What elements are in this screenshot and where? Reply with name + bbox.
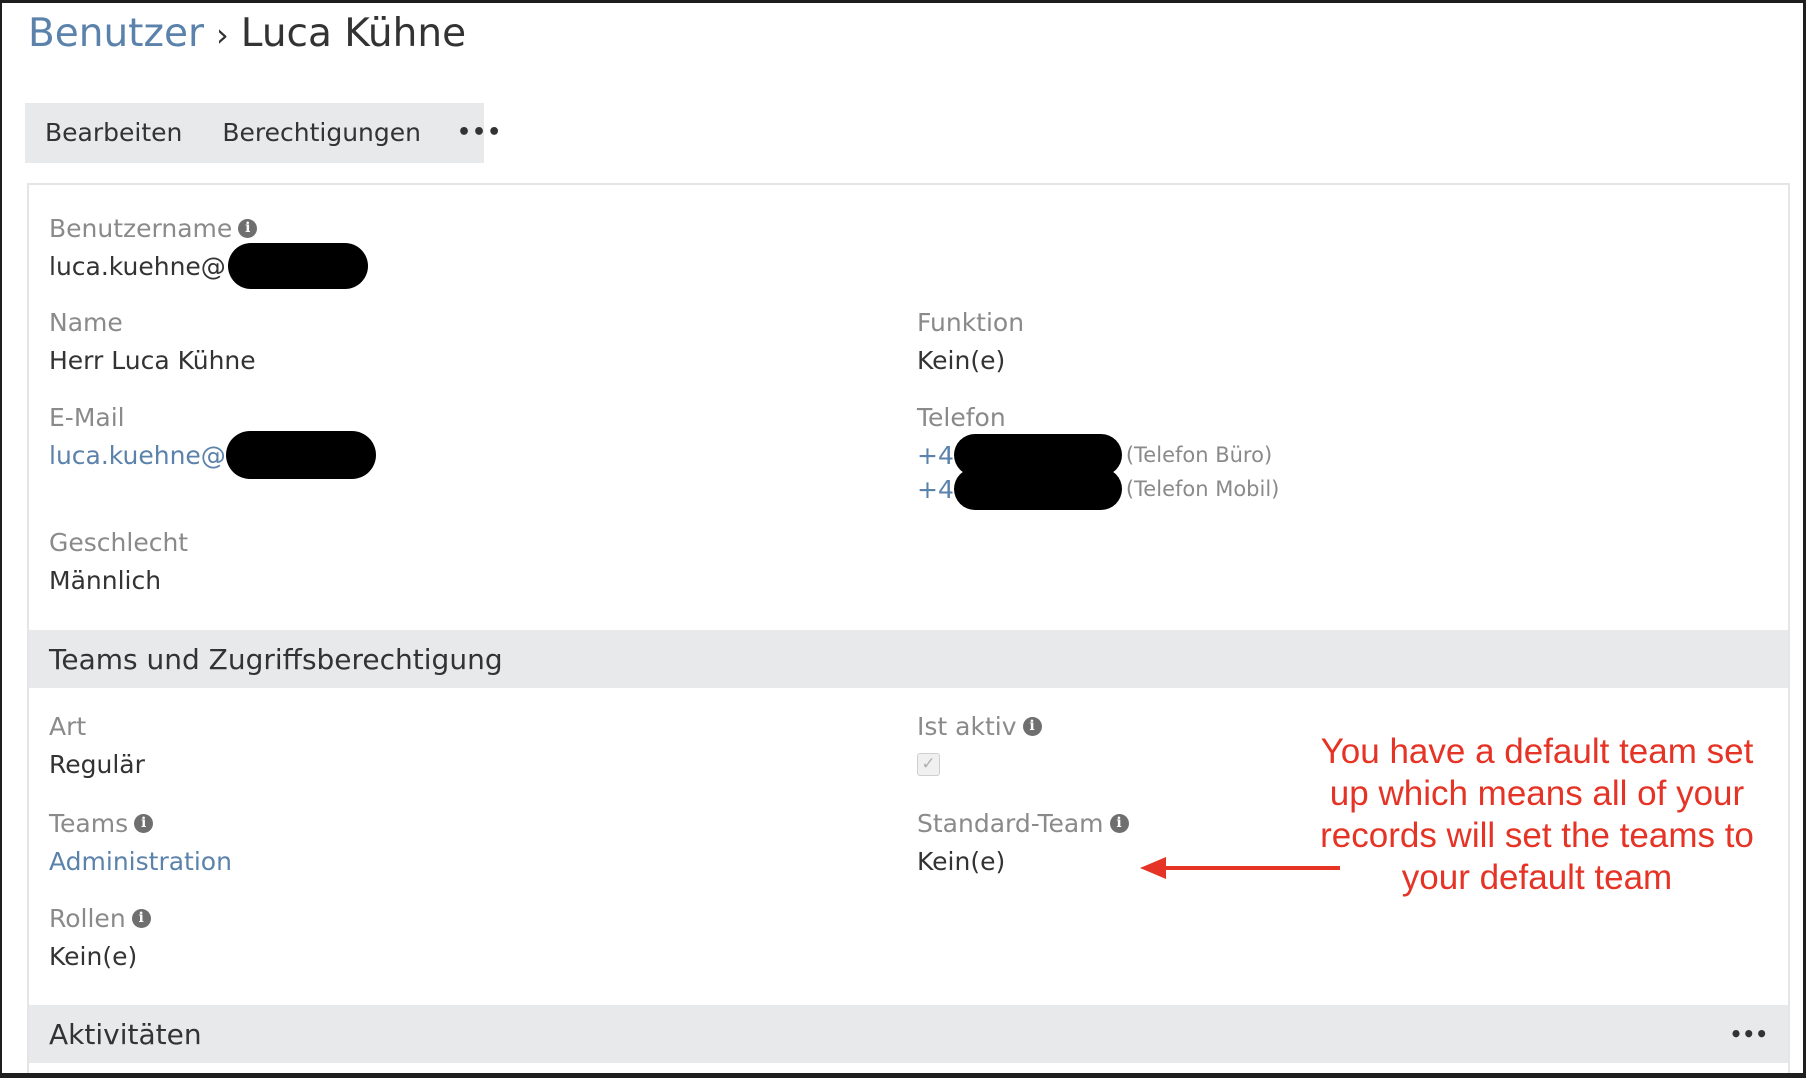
redaction-mark — [225, 431, 376, 479]
redaction-mark — [227, 243, 368, 289]
default-team-value: Kein(e) — [917, 846, 1006, 876]
permissions-button[interactable]: Berechtigungen — [202, 103, 441, 163]
field-default-team: Standard-Team i Kein(e) — [917, 806, 1129, 878]
roles-value: Kein(e) — [49, 941, 138, 971]
phone-mobile-link[interactable]: +4 — [917, 475, 954, 504]
function-value: Kein(e) — [917, 345, 1006, 375]
section-header-activities: Aktivitäten ••• — [29, 1005, 1788, 1063]
section-title-teams: Teams und Zugriffsberechtigung — [49, 642, 503, 676]
field-gender: Geschlecht Männlich — [49, 525, 188, 597]
field-username: Benutzername i luca.kuehne@ — [49, 211, 368, 289]
phone-label: Telefon — [917, 402, 1006, 432]
phone-office-type: (Telefon Büro) — [1125, 443, 1273, 467]
breadcrumb-users-link[interactable]: Benutzer — [28, 11, 204, 56]
is-active-label: Ist aktiv — [917, 711, 1017, 741]
username-label: Benutzername — [49, 213, 233, 243]
field-name: Name Herr Luca Kühne — [49, 305, 256, 377]
breadcrumb-separator: › — [215, 16, 229, 54]
field-type: Art Regulär — [49, 709, 145, 781]
checkbox-checked-icon: ✓ — [917, 752, 940, 776]
email-link[interactable]: luca.kuehne@ — [49, 441, 226, 470]
info-icon[interactable]: i — [238, 218, 258, 238]
breadcrumb: Benutzer › Luca Kühne — [28, 11, 467, 56]
name-value: Herr Luca Kühne — [49, 345, 256, 375]
type-value: Regulär — [49, 749, 145, 779]
redaction-mark — [953, 468, 1122, 510]
edit-button[interactable]: Bearbeiten — [25, 103, 202, 163]
action-toolbar: Bearbeiten Berechtigungen ••• — [25, 103, 501, 163]
user-detail-page: Benutzer › Luca Kühne Bearbeiten Berechtig… — [2, 3, 1803, 1073]
type-label: Art — [49, 711, 87, 741]
function-label: Funktion — [917, 307, 1025, 337]
name-label: Name — [49, 307, 123, 337]
username-value: luca.kuehne@ — [49, 251, 226, 281]
team-administration-link[interactable]: Administration — [49, 847, 232, 876]
email-label: E-Mail — [49, 402, 125, 432]
gender-label: Geschlecht — [49, 527, 189, 557]
info-icon[interactable]: i — [1022, 716, 1042, 736]
activities-more-icon[interactable]: ••• — [1730, 1022, 1768, 1046]
arrow-left-icon — [1140, 857, 1340, 879]
phone-row: +4 (Telefon Büro) — [917, 434, 1279, 476]
teams-label: Teams — [49, 808, 129, 838]
field-phone: Telefon +4 (Telefon Büro) +4 (Telefon Mo… — [917, 400, 1280, 510]
field-roles: Rollen i Kein(e) — [49, 901, 151, 973]
annotation-text: You have a default team set up which mea… — [1320, 732, 1754, 897]
field-teams: Teams i Administration — [49, 806, 232, 878]
phone-office-link[interactable]: +4 — [917, 441, 954, 470]
gender-value: Männlich — [49, 565, 162, 595]
field-function: Funktion Kein(e) — [917, 305, 1024, 377]
user-detail-panel: Benutzername i luca.kuehne@ Name Herr Lu… — [27, 183, 1790, 1073]
section-title-activities: Aktivitäten — [49, 1017, 202, 1051]
info-icon[interactable]: i — [131, 908, 151, 928]
more-actions-icon[interactable]: ••• — [441, 103, 518, 163]
roles-label: Rollen — [49, 903, 126, 933]
default-team-label: Standard-Team — [917, 808, 1104, 838]
phone-row: +4 (Telefon Mobil) — [917, 468, 1280, 510]
page-title: Luca Kühne — [240, 11, 467, 56]
field-email: E-Mail luca.kuehne@ — [49, 400, 376, 479]
info-icon[interactable]: i — [134, 813, 154, 833]
section-header-teams: Teams und Zugriffsberechtigung — [29, 630, 1788, 688]
field-is-active: Ist aktiv i ✓ — [917, 709, 1042, 781]
info-icon[interactable]: i — [1109, 813, 1129, 833]
phone-mobile-type: (Telefon Mobil) — [1125, 477, 1280, 501]
